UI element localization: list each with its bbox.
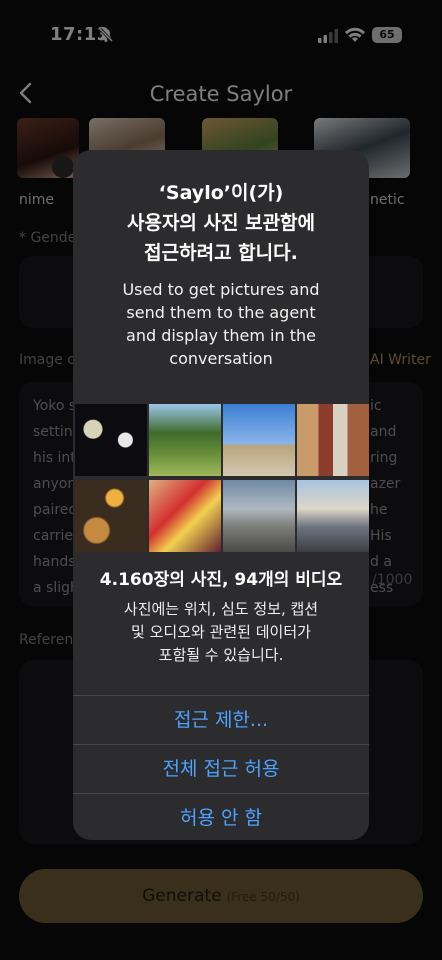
media-count: 4.160장의 사진, 94개의 비디오 xyxy=(99,570,343,590)
dont-allow-button[interactable]: 허용 안 함 xyxy=(73,794,369,840)
allow-full-access-button[interactable]: 전체 접근 허용 xyxy=(73,745,369,793)
alert-detail: 사진에는 위치, 심도 정보, 캡션 및 오디오와 관련된 데이터가 포함될 수… xyxy=(123,600,319,664)
photo-thumbnail xyxy=(75,404,147,476)
photo-thumbnail xyxy=(75,480,147,552)
alert-title: ‘Saylo’이(가) 사용자의 사진 보관함에 접근하려고 합니다. xyxy=(126,182,316,264)
photo-preview-grid xyxy=(73,404,369,552)
photo-permission-alert: ‘Saylo’이(가) 사용자의 사진 보관함에 접근하려고 합니다. Used… xyxy=(73,150,369,840)
photo-thumbnail xyxy=(297,404,369,476)
limit-access-button[interactable]: 접근 제한... xyxy=(73,696,369,744)
alert-message: Used to get pictures and send them to th… xyxy=(122,280,320,368)
photo-thumbnail xyxy=(223,480,295,552)
photo-thumbnail xyxy=(149,480,221,552)
photo-thumbnail xyxy=(297,480,369,552)
photo-thumbnail xyxy=(223,404,295,476)
photo-thumbnail xyxy=(149,404,221,476)
